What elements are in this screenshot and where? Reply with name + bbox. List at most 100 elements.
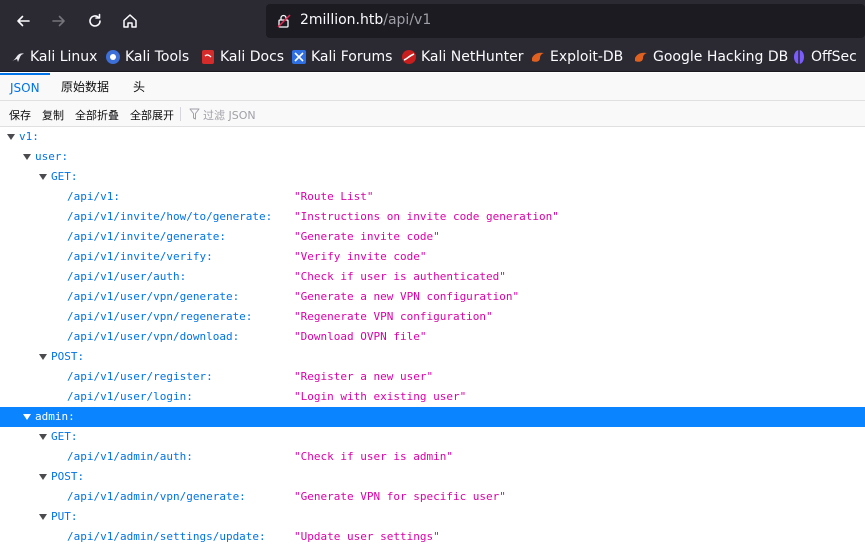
copy-button[interactable]: 复制 bbox=[42, 107, 64, 123]
home-icon bbox=[123, 14, 137, 28]
json-string-value: "Instructions on invite code generation" bbox=[294, 210, 559, 223]
bookmark-label: Exploit-DB bbox=[550, 49, 624, 65]
kali-dragon-icon bbox=[10, 49, 26, 65]
expand-toggle-icon[interactable] bbox=[39, 474, 47, 480]
filter-icon bbox=[189, 108, 200, 120]
bookmark-label: Kali Forums bbox=[311, 49, 393, 65]
json-string-value: "Check if user is authenticated" bbox=[294, 270, 506, 283]
bookmark-kali-forums[interactable]: Kali Forums bbox=[291, 48, 392, 66]
expand-toggle-icon[interactable] bbox=[39, 354, 47, 360]
tree-leaf-row[interactable]: /api/v1/user/vpn/regenerate: "Regenerate … bbox=[0, 307, 865, 327]
forward-button[interactable] bbox=[45, 7, 73, 35]
bookmark-label: Kali Tools bbox=[125, 49, 190, 65]
json-key: /api/v1/admin/settings/update: bbox=[67, 530, 266, 543]
json-string-value: "Check if user is admin" bbox=[294, 450, 453, 463]
offsec-icon bbox=[791, 49, 807, 65]
json-string-value: "Download OVPN file" bbox=[294, 330, 427, 343]
json-key: user: bbox=[35, 150, 69, 163]
expand-toggle-icon[interactable] bbox=[39, 514, 47, 520]
tree-leaf-row[interactable]: /api/v1/user/auth: "Check if user is auth… bbox=[0, 267, 865, 287]
json-string-value: "Update user settings" bbox=[294, 530, 440, 543]
insecure-lock-icon[interactable] bbox=[276, 13, 292, 29]
json-string-value: "Generate a new VPN configuration" bbox=[294, 290, 520, 303]
viewer-tabs: JSON 原始数据 头 bbox=[0, 73, 865, 101]
json-key: /api/v1/user/register: bbox=[67, 370, 213, 383]
tree-leaf-row[interactable]: /api/v1/invite/generate: "Generate invite… bbox=[0, 227, 865, 247]
url-text[interactable]: 2million.htb/api/v1 bbox=[300, 12, 431, 28]
json-key: GET: bbox=[51, 170, 78, 183]
kali-docs-icon bbox=[200, 49, 216, 65]
expand-toggle-icon[interactable] bbox=[39, 174, 47, 180]
tree-leaf-row[interactable]: /api/v1/user/login: "Login with existing … bbox=[0, 387, 865, 407]
json-key: /api/v1/user/login: bbox=[67, 390, 193, 403]
json-string-value: "Generate invite code" bbox=[294, 230, 440, 243]
json-key: /api/v1/invite/verify: bbox=[67, 250, 213, 263]
json-key: v1: bbox=[19, 130, 39, 143]
expand-toggle-icon[interactable] bbox=[23, 154, 31, 160]
collapse-all-button[interactable]: 全部折叠 bbox=[75, 107, 119, 123]
tree-node-row[interactable]: admin: bbox=[0, 407, 865, 427]
url-path: /api/v1 bbox=[383, 12, 432, 28]
bookmark-google-hacking-db[interactable]: Google Hacking DB bbox=[633, 48, 788, 66]
json-key: admin: bbox=[35, 410, 75, 423]
url-host: 2million.htb bbox=[300, 12, 384, 28]
kali-forums-icon bbox=[291, 49, 307, 65]
tree-leaf-row[interactable]: /api/v1/invite/verify: "Verify invite cod… bbox=[0, 247, 865, 267]
json-key: /api/v1/user/vpn/generate: bbox=[67, 290, 240, 303]
json-key: PUT: bbox=[51, 510, 78, 523]
tree-leaf-row[interactable]: /api/v1/admin/vpn/generate: "Generate VPN… bbox=[0, 487, 865, 507]
tree-node-row[interactable]: GET: bbox=[0, 167, 865, 187]
json-key: GET: bbox=[51, 430, 78, 443]
json-key: POST: bbox=[51, 470, 85, 483]
nethunter-icon bbox=[401, 49, 417, 65]
tree-leaf-row[interactable]: /api/v1: "Route List" bbox=[0, 187, 865, 207]
tree-leaf-row[interactable]: /api/v1/user/vpn/generate: "Generate a ne… bbox=[0, 287, 865, 307]
json-key: /api/v1/admin/auth: bbox=[67, 450, 193, 463]
tree-leaf-row[interactable]: /api/v1/invite/how/to/generate: "Instruct… bbox=[0, 207, 865, 227]
bookmark-offsec[interactable]: OffSec bbox=[791, 48, 857, 66]
tree-leaf-row[interactable]: /api/v1/user/register: "Register a new us… bbox=[0, 367, 865, 387]
tree-leaf-row[interactable]: /api/v1/admin/auth: "Check if user is adm… bbox=[0, 447, 865, 467]
tree-node-row[interactable]: POST: bbox=[0, 347, 865, 367]
bookmark-exploit-db[interactable]: Exploit-DB bbox=[530, 48, 623, 66]
ghdb-icon bbox=[633, 49, 649, 65]
tab-json[interactable]: JSON bbox=[0, 73, 50, 101]
kali-tools-icon bbox=[105, 49, 121, 65]
tree-leaf-row[interactable]: /api/v1/user/vpn/download: "Download OVPN… bbox=[0, 327, 865, 347]
bookmark-kali-docs[interactable]: Kali Docs bbox=[200, 48, 284, 66]
json-string-value: "Login with existing user" bbox=[294, 390, 467, 403]
tree-leaf-row[interactable]: /api/v1/admin/settings/update: "Update us… bbox=[0, 527, 865, 547]
expand-toggle-icon[interactable] bbox=[23, 414, 31, 420]
tree-node-row[interactable]: PUT: bbox=[0, 507, 865, 527]
bookmarks-toolbar: Kali Linux Kali Tools Kali Docs Kali For… bbox=[0, 42, 865, 72]
expand-toggle-icon[interactable] bbox=[7, 134, 15, 140]
tree-node-row[interactable]: user: bbox=[0, 147, 865, 167]
save-button[interactable]: 保存 bbox=[9, 107, 31, 123]
tree-node-row[interactable]: GET: bbox=[0, 427, 865, 447]
expand-toggle-icon[interactable] bbox=[39, 434, 47, 440]
json-key: /api/v1/user/vpn/download: bbox=[67, 330, 240, 343]
json-key: /api/v1/invite/generate: bbox=[67, 230, 226, 243]
bookmark-label: OffSec bbox=[811, 49, 857, 65]
tab-raw-data[interactable]: 原始数据 bbox=[51, 73, 119, 101]
back-button[interactable] bbox=[9, 7, 37, 35]
json-key: /api/v1/admin/vpn/generate: bbox=[67, 490, 246, 503]
bookmark-label: Kali Docs bbox=[220, 49, 285, 65]
tree-node-row[interactable]: v1: bbox=[0, 127, 865, 147]
json-string-value: "Verify invite code" bbox=[294, 250, 427, 263]
home-button[interactable] bbox=[116, 7, 144, 35]
expand-all-button[interactable]: 全部展开 bbox=[130, 107, 174, 123]
arrow-right-icon bbox=[52, 15, 65, 27]
tree-node-row[interactable]: POST: bbox=[0, 467, 865, 487]
reload-icon bbox=[89, 13, 101, 27]
reload-button[interactable] bbox=[81, 7, 109, 35]
bookmark-kali-nethunter[interactable]: Kali NetHunter bbox=[401, 48, 523, 66]
bookmark-label: Google Hacking DB bbox=[653, 49, 789, 65]
url-bar[interactable]: 2million.htb/api/v1 bbox=[266, 4, 865, 38]
bookmark-kali-linux[interactable]: Kali Linux bbox=[10, 48, 97, 66]
tab-headers[interactable]: 头 bbox=[123, 73, 155, 101]
filter-json-input[interactable]: 过滤 JSON bbox=[203, 107, 256, 123]
json-key: /api/v1/user/auth: bbox=[67, 270, 187, 283]
bookmark-kali-tools[interactable]: Kali Tools bbox=[105, 48, 189, 66]
toolbar-divider bbox=[180, 107, 181, 121]
